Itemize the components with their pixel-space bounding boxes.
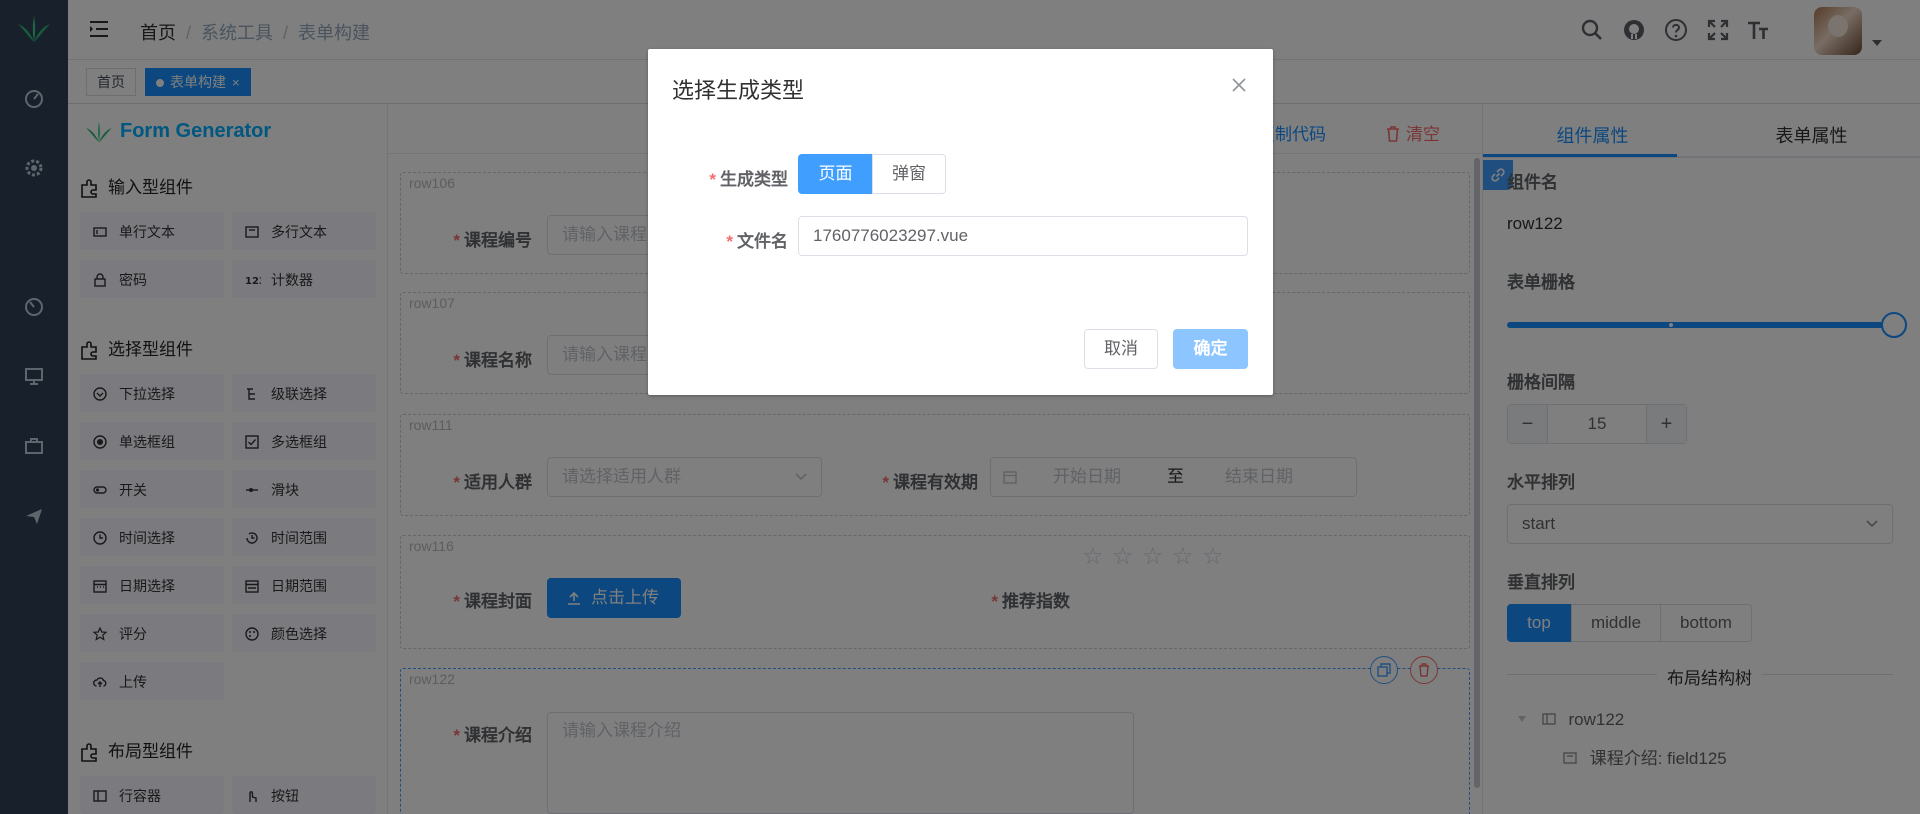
- confirm-button[interactable]: 确定: [1173, 329, 1248, 369]
- filename-input[interactable]: 1760776023297.vue: [798, 216, 1248, 256]
- type-option-page[interactable]: 页面: [798, 154, 873, 194]
- filename-label: * 文件名: [726, 232, 788, 251]
- cancel-button[interactable]: 取消: [1084, 329, 1158, 369]
- type-option-dialog[interactable]: 弹窗: [872, 154, 946, 194]
- generate-type-label: * 生成类型: [709, 170, 788, 189]
- dialog-title: 选择生成类型: [672, 78, 805, 103]
- generate-type-dialog: 选择生成类型 * 生成类型 页面 弹窗 * 文件名 1760776023297.vu…: [648, 49, 1273, 395]
- generate-type-label-text: 生成类型: [720, 170, 788, 189]
- close-icon[interactable]: [1231, 77, 1247, 93]
- filename-label-text: 文件名: [737, 232, 788, 251]
